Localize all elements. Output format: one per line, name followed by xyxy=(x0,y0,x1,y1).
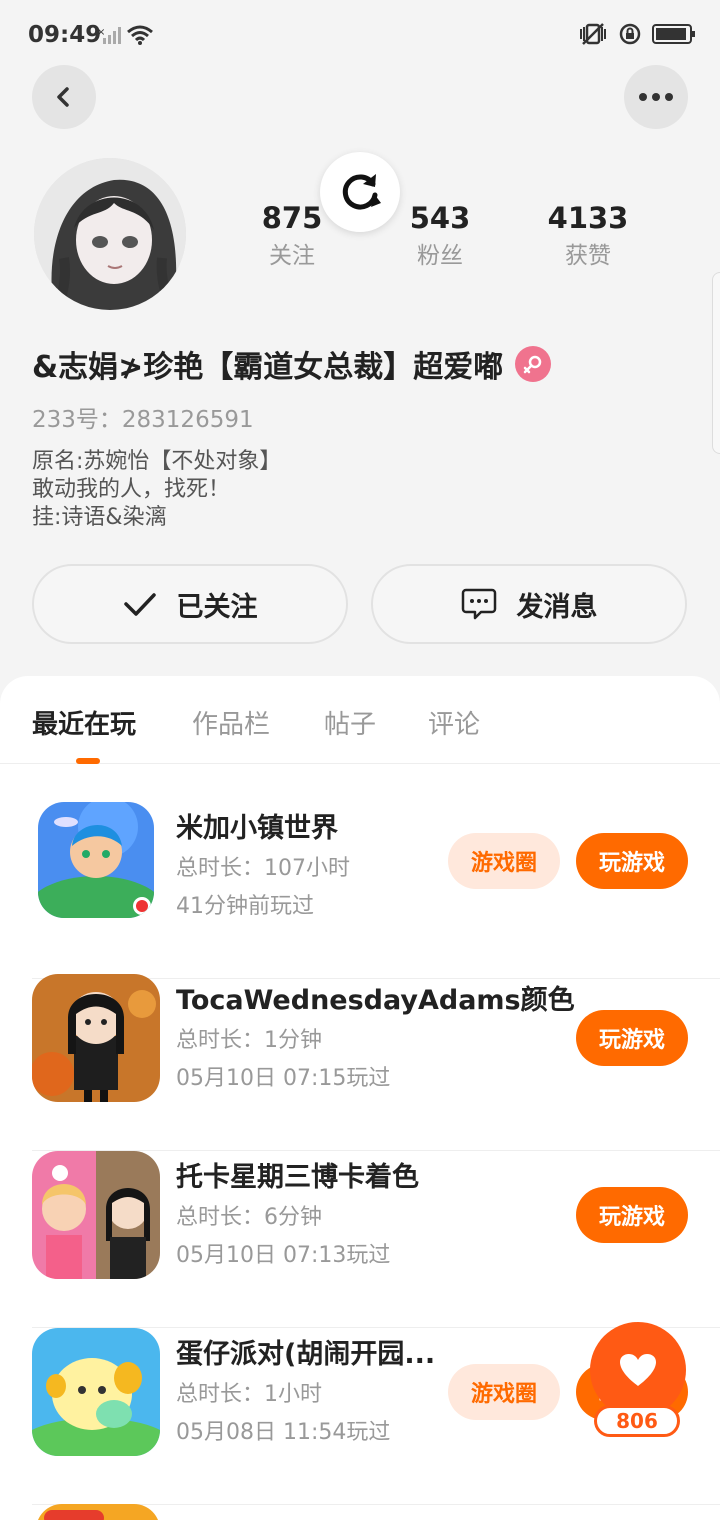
signal-icon: × xyxy=(97,27,121,44)
game-icon xyxy=(38,802,154,918)
user-id: 233号：283126591 xyxy=(32,407,254,433)
like-count: 806 xyxy=(594,1405,680,1437)
game-icon-partial xyxy=(36,1504,160,1520)
game-duration: 总时长：1小时 xyxy=(176,1382,322,1407)
side-drawer-handle[interactable] xyxy=(712,272,720,454)
stat-label: 粉丝 xyxy=(417,243,463,269)
stat-likes[interactable]: 4133 获赞 xyxy=(528,198,648,274)
game-title: 托卡星期三博卡着色 xyxy=(176,1162,419,1193)
like-button[interactable] xyxy=(590,1322,686,1418)
bio-line: 敢动我的人，找死！ xyxy=(32,477,231,502)
followed-label: 已关注 xyxy=(176,591,258,623)
bio-line: 挂:诗语&染漓 xyxy=(32,505,167,530)
game-last-played: 05月10日 07:15玩过 xyxy=(176,1066,391,1091)
heart-icon xyxy=(620,1354,656,1386)
tab-posts[interactable]: 帖子 xyxy=(324,704,376,741)
game-duration: 总时长：107小时 xyxy=(176,856,350,881)
battery-icon xyxy=(652,24,695,44)
tab-recently-played[interactable]: 最近在玩 xyxy=(32,704,136,741)
game-icon xyxy=(32,1328,160,1456)
stat-value: 543 xyxy=(409,201,471,235)
more-button[interactable] xyxy=(624,65,688,129)
game-circle-button[interactable]: 游戏圈 xyxy=(448,833,560,889)
game-icon xyxy=(32,974,160,1102)
user-bio: 原名:苏婉怡【不处对象】 敢动我的人，找死！ 挂:诗语&染漓 xyxy=(32,448,281,532)
game-item[interactable]: TocaWednesdayAdams颜色 总时长：1分钟 05月10日 07:1… xyxy=(0,974,720,1151)
game-last-played: 05月10日 07:13玩过 xyxy=(176,1243,391,1268)
game-title: 蛋仔派对(胡闹开园... xyxy=(176,1339,436,1370)
stat-label: 关注 xyxy=(269,243,315,269)
back-button[interactable] xyxy=(32,65,96,129)
play-game-button[interactable]: 玩游戏 xyxy=(576,1010,688,1066)
stat-value: 875 xyxy=(261,201,323,235)
vibrate-off-icon xyxy=(580,23,606,45)
chat-bubble-icon xyxy=(461,588,496,620)
game-item[interactable]: 米加小镇世界 总时长：107小时 41分钟前玩过 游戏圈 玩游戏 xyxy=(0,802,720,979)
tab-works[interactable]: 作品栏 xyxy=(192,704,270,741)
svg-text:×: × xyxy=(97,27,105,38)
name-row: &志娟≯珍艳【霸道女总裁】超爱嘟 xyxy=(32,342,552,386)
game-title: 米加小镇世界 xyxy=(176,813,338,844)
game-item[interactable]: 托卡星期三博卡着色 总时长：6分钟 05月10日 07:13玩过 玩游戏 xyxy=(0,1151,720,1328)
play-game-button[interactable]: 玩游戏 xyxy=(576,833,688,889)
stat-value: 4133 xyxy=(547,201,629,235)
more-dots-icon xyxy=(639,93,673,101)
game-icon xyxy=(32,1151,160,1279)
wifi-icon xyxy=(127,25,153,45)
status-bar: 09:49 × xyxy=(0,0,720,72)
back-arrow-icon xyxy=(57,87,69,107)
tab-comments[interactable]: 评论 xyxy=(428,704,480,741)
stat-following[interactable]: 875 关注 xyxy=(232,198,352,274)
avatar-image xyxy=(34,158,186,310)
tab-indicator xyxy=(76,758,100,764)
play-game-button[interactable]: 玩游戏 xyxy=(576,1187,688,1243)
game-last-played: 41分钟前玩过 xyxy=(176,894,314,919)
game-duration: 总时长：1分钟 xyxy=(176,1028,322,1053)
stat-label: 获赞 xyxy=(565,243,611,269)
send-message-label: 发消息 xyxy=(516,591,598,623)
game-duration: 总时长：6分钟 xyxy=(176,1205,322,1230)
female-icon xyxy=(515,346,552,382)
game-title: TocaWednesdayAdams颜色 xyxy=(176,985,575,1016)
send-message-button[interactable]: 发消息 xyxy=(371,564,687,644)
status-right xyxy=(578,22,695,46)
check-icon xyxy=(123,593,156,616)
avatar[interactable] xyxy=(34,158,186,310)
followed-button[interactable]: 已关注 xyxy=(32,564,348,644)
game-circle-button[interactable]: 游戏圈 xyxy=(448,1364,560,1420)
rotation-lock-icon xyxy=(619,23,641,45)
tab-bar: 最近在玩 作品栏 帖子 评论 xyxy=(0,676,720,764)
bio-line: 原名:苏婉怡【不处对象】 xyxy=(32,449,282,474)
game-last-played: 05月08日 11:54玩过 xyxy=(176,1420,391,1445)
stat-followers[interactable]: 543 粉丝 xyxy=(380,198,500,274)
status-time: 09:49 xyxy=(28,22,102,48)
user-name: &志娟≯珍艳【霸道女总裁】超爱嘟 xyxy=(32,350,504,385)
